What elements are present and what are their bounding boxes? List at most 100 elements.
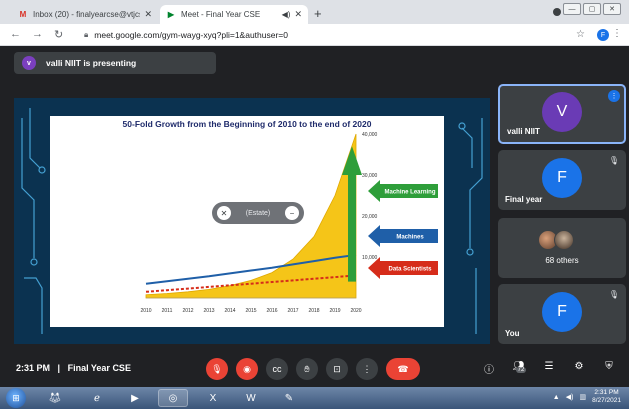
x-tick-label: 2013 <box>203 308 214 314</box>
url-text: meet.google.com/gym-wayg-xyq?pli=1&authu… <box>94 30 288 40</box>
floating-pill-label: (Estate) <box>245 209 271 217</box>
legend-label: Data Scientists <box>388 267 432 273</box>
maximize-button[interactable]: ▢ <box>583 3 601 15</box>
y-tick-label: 40,000 <box>362 132 378 138</box>
clock-date: 8/27/2021 <box>592 397 621 404</box>
window-controls: — ▢ ✕ <box>563 3 621 15</box>
speaker-icon[interactable]: ◀) <box>282 10 291 19</box>
info-icon[interactable]: ⓘ <box>482 361 496 383</box>
participant-photo <box>554 230 574 250</box>
x-tick-label: 2020 <box>350 308 361 314</box>
excel-icon[interactable]: X <box>198 389 228 407</box>
close-tab-icon[interactable]: ✕ <box>294 9 302 20</box>
participant-tile-you[interactable]: 🎙︎ F You <box>498 284 626 344</box>
more-options-button[interactable]: ⋮ <box>356 358 378 380</box>
recording-indicator-icon <box>553 8 561 16</box>
x-tick-label: 2015 <box>245 308 256 314</box>
x-tick-label: 2019 <box>329 308 340 314</box>
participant-tile-others[interactable]: 68 others <box>498 218 626 278</box>
participant-avatar: V <box>542 92 582 132</box>
paint-icon[interactable]: ✎ <box>274 389 304 407</box>
meet-icon: ▶ <box>167 10 175 19</box>
x-tick-label: 2012 <box>182 308 193 314</box>
participant-name: Final year <box>505 195 543 204</box>
others-count-label: 68 others <box>545 256 579 265</box>
new-tab-button[interactable]: + <box>314 6 322 21</box>
participant-avatar: F <box>542 158 582 198</box>
x-tick-label: 2011 <box>162 308 173 314</box>
meeting-name: Final Year CSE <box>67 363 131 373</box>
host-controls-icon[interactable]: ⛨ <box>602 361 616 383</box>
close-tab-icon[interactable]: ✕ <box>144 9 152 20</box>
growth-arrow-head <box>342 146 362 175</box>
end-call-button[interactable]: ☎︎ <box>386 358 420 380</box>
mic-off-icon: 🎙︎ <box>608 156 619 165</box>
browser-tab-strip: M Inbox (20) - finalyearcse@vtjcsw ✕ ▶ M… <box>0 0 629 24</box>
participant-tile-final-year[interactable]: 🎙︎ F Final year <box>498 150 626 210</box>
people-icon[interactable]: 👥︎72 <box>512 361 527 383</box>
close-window-button[interactable]: ✕ <box>603 3 621 15</box>
y-tick-label: 30,000 <box>362 173 378 179</box>
reload-icon[interactable]: ↻ <box>54 28 63 41</box>
speaking-indicator-icon: ⋮ <box>608 90 620 102</box>
presenting-banner: v valli NIIT is presenting <box>14 52 216 74</box>
others-avatars <box>538 230 574 250</box>
ie-icon[interactable]: ℯ <box>82 389 112 407</box>
system-clock[interactable]: 2:31 PM 8/27/2021 <box>592 389 621 405</box>
raise-hand-button[interactable]: ✋︎ <box>296 358 318 380</box>
tab-title: Meet - Final Year CSE <box>181 10 261 19</box>
word-icon[interactable]: W <box>236 389 266 407</box>
captions-button[interactable]: cc <box>266 358 288 380</box>
chat-icon[interactable]: ☰ <box>542 361 556 383</box>
minus-icon[interactable]: − <box>284 206 299 220</box>
tab-gmail[interactable]: M Inbox (20) - finalyearcse@vtjcsw ✕ <box>12 5 158 24</box>
mic-off-icon: 🎙︎ <box>608 290 619 299</box>
tray-arrow-icon[interactable]: ▲ <box>553 394 560 401</box>
presenter-avatar: v <box>22 56 36 70</box>
mic-toggle-button[interactable]: 🎙︎ <box>206 358 228 380</box>
browser-menu-icon[interactable]: ⋮ <box>612 28 622 39</box>
legend-label: Machines <box>396 235 424 241</box>
people-count-badge: 72 <box>515 367 527 373</box>
pin-icon[interactable]: ✕ <box>217 206 231 220</box>
x-tick-label: 2014 <box>224 308 235 314</box>
x-tick-label: 2010 <box>140 308 151 314</box>
chrome-icon[interactable]: ◎ <box>158 389 188 407</box>
address-bar-row: ← → ↻ 🔒︎ meet.google.com/gym-wayg-xyq?pl… <box>0 24 629 46</box>
y-tick-label: 10,000 <box>362 255 378 261</box>
participant-avatar: F <box>542 292 582 332</box>
profile-avatar[interactable]: F <box>597 29 609 41</box>
firefox-icon[interactable]: 🦊︎ <box>40 389 70 407</box>
participant-tile-presenter[interactable]: ⋮ V valli NIIT <box>498 84 626 144</box>
forward-icon[interactable]: → <box>32 28 43 40</box>
minimize-button[interactable]: — <box>563 3 581 15</box>
growth-arrow-shaft <box>348 175 356 282</box>
bookmark-star-icon[interactable]: ☆ <box>576 29 585 40</box>
side-controls: ⓘ 👥︎72 ☰ ⚙︎ ⛨ <box>482 361 616 383</box>
meeting-info: 2:31 PM | Final Year CSE <box>16 363 131 373</box>
gmail-icon: M <box>19 10 27 19</box>
network-icon[interactable]: ▥ <box>579 393 586 401</box>
activities-icon[interactable]: ⚙︎ <box>572 361 586 383</box>
system-tray: ▲ ◀) ▥ 2:31 PM 8/27/2021 <box>553 389 621 405</box>
tab-meet[interactable]: ▶ Meet - Final Year CSE ◀) ✕ <box>160 5 308 24</box>
x-tick-label: 2018 <box>308 308 319 314</box>
separator: | <box>57 363 61 373</box>
participant-name: valli NIIT <box>507 127 540 136</box>
call-controls: 🎙︎ ◉ cc ✋︎ ⊡ ⋮ ☎︎ <box>206 358 420 380</box>
windows-taskbar: ⊞ 🦊︎ ℯ ▶ ◎ X W ✎ ▲ ◀) ▥ 2:31 PM 8/27/202… <box>0 387 629 409</box>
meeting-time: 2:31 PM <box>16 363 51 373</box>
back-icon[interactable]: ← <box>10 28 21 40</box>
clock-time: 2:31 PM <box>594 389 619 396</box>
camera-toggle-button[interactable]: ◉ <box>236 358 258 380</box>
shared-screen: 50-Fold Growth from the Beginning of 201… <box>14 98 490 344</box>
lock-icon: 🔒︎ <box>84 30 89 39</box>
volume-icon[interactable]: ◀) <box>566 393 574 401</box>
start-button[interactable]: ⊞ <box>6 388 26 408</box>
media-icon[interactable]: ▶ <box>120 389 150 407</box>
floating-reaction-pill[interactable]: ✕ (Estate) − <box>212 202 304 224</box>
participant-name: You <box>505 329 520 338</box>
url-field[interactable]: 🔒︎ meet.google.com/gym-wayg-xyq?pli=1&au… <box>84 27 564 43</box>
present-button[interactable]: ⊡ <box>326 358 348 380</box>
presenting-text: valli NIIT is presenting <box>46 58 137 68</box>
